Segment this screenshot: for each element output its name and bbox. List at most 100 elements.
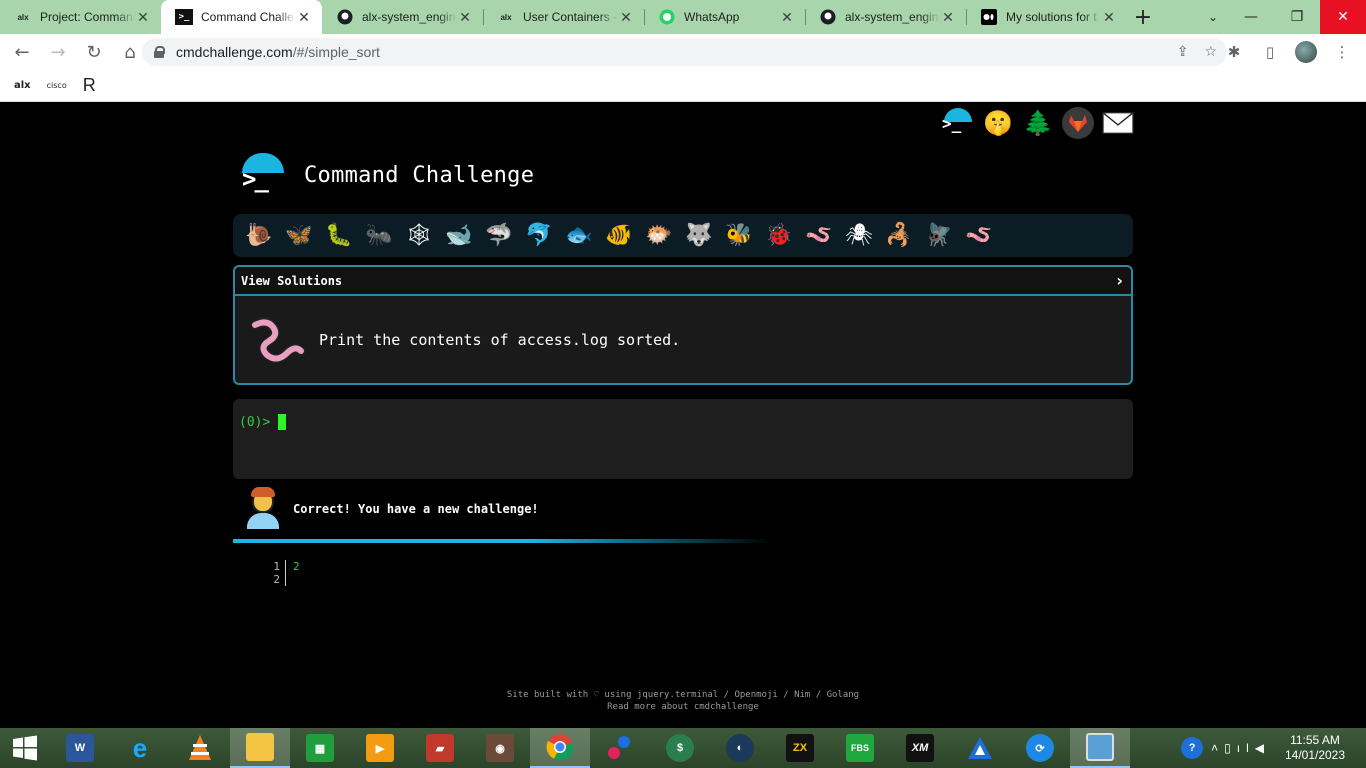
blowfish-icon[interactable]: 🐡	[639, 218, 679, 254]
tab-whatsapp[interactable]: WhatsApp ✕	[644, 0, 805, 34]
terminal-logo-icon[interactable]: >_	[942, 105, 974, 141]
caterpillar-icon[interactable]: 🐛	[319, 218, 359, 254]
metatrader-taskbar-icon[interactable]: $	[650, 728, 710, 768]
close-window-button[interactable]: ✕	[1320, 0, 1366, 34]
ladybug-icon[interactable]: 🐞	[759, 218, 799, 254]
close-tab-icon[interactable]: ✕	[940, 9, 956, 26]
close-tab-icon[interactable]: ✕	[779, 9, 795, 26]
snail-icon[interactable]: 🐌	[239, 218, 279, 254]
maximize-button[interactable]: ❐	[1274, 0, 1320, 34]
footer-read-more-link[interactable]: Read more about cmdchallenge	[0, 701, 1366, 713]
new-tab-button[interactable]: +	[1127, 0, 1159, 34]
internet-explorer-taskbar-icon[interactable]: e	[110, 728, 170, 768]
line-value: 2	[293, 560, 300, 573]
share-icon[interactable]: ⇪	[1177, 44, 1189, 60]
terminal-icon: >_	[175, 9, 193, 25]
extensions-icon[interactable]: ✱	[1218, 36, 1250, 68]
output-row: 2	[268, 573, 300, 586]
view-solutions-label: View Solutions	[241, 273, 343, 288]
store-taskbar-icon[interactable]: ▦	[290, 728, 350, 768]
alx-icon: alx	[500, 12, 512, 22]
close-tab-icon[interactable]: ✕	[296, 9, 312, 26]
tab-project-command[interactable]: alx Project: Command ✕	[0, 0, 161, 34]
close-tab-icon[interactable]: ✕	[618, 9, 634, 26]
tab-command-challenge[interactable]: >_ Command Challe ✕	[161, 0, 322, 34]
shark-icon[interactable]: 🦈	[479, 218, 519, 254]
fbs-taskbar-icon[interactable]: FBS	[830, 728, 890, 768]
bookmark-r[interactable]: R	[83, 75, 96, 96]
word-taskbar-icon[interactable]: W	[50, 728, 110, 768]
game-app-taskbar-icon[interactable]: ◉	[470, 728, 530, 768]
challenge-description: Print the contents of access.log sorted.	[319, 330, 681, 349]
photo-viewer-taskbar-icon[interactable]	[1070, 728, 1130, 768]
back-button[interactable]: ←	[6, 36, 38, 68]
forward-button[interactable]: →	[42, 36, 74, 68]
exness-taskbar-icon[interactable]: ZX	[770, 728, 830, 768]
tor-app-taskbar-icon[interactable]: ◐	[710, 728, 770, 768]
github-icon	[819, 9, 837, 25]
close-tab-icon[interactable]: ✕	[1101, 9, 1117, 26]
feedback-message: Correct! You have a new challenge!	[245, 487, 539, 531]
tab-github-1[interactable]: alx-system_engine ✕	[322, 0, 483, 34]
bookmark-alx[interactable]: alx	[14, 80, 31, 91]
file-explorer-taskbar-icon[interactable]	[230, 728, 290, 768]
close-tab-icon[interactable]: ✕	[457, 9, 473, 26]
butterfly-icon[interactable]: 🦋	[279, 218, 319, 254]
dots-app-taskbar-icon[interactable]	[590, 728, 650, 768]
site-title: Command Challenge	[304, 162, 535, 188]
xm-taskbar-icon[interactable]: XM	[890, 728, 950, 768]
bookmark-cisco[interactable]: cisco	[47, 81, 67, 90]
minimize-button[interactable]: —	[1228, 0, 1274, 34]
tree-icon[interactable]: 🌲	[1022, 105, 1054, 141]
tab-search-icon[interactable]: ⌄	[1198, 0, 1228, 34]
tab-user-containers[interactable]: alx User Containers - ✕	[483, 0, 644, 34]
triangle-app-taskbar-icon[interactable]	[950, 728, 1010, 768]
lock-icon[interactable]	[154, 46, 165, 58]
menu-icon[interactable]: ⋮	[1326, 36, 1358, 68]
output-row: 1 2	[268, 560, 300, 573]
close-tab-icon[interactable]: ✕	[135, 9, 151, 26]
worm-icon	[247, 315, 306, 365]
ant-icon[interactable]: 🐜	[359, 218, 399, 254]
sync-app-taskbar-icon[interactable]: ⟳	[1010, 728, 1070, 768]
fish-icon[interactable]: 🐟	[559, 218, 599, 254]
shushing-face-icon[interactable]: 🤫	[982, 105, 1014, 141]
address-bar[interactable]: cmdchallenge.com/#/simple_sort ⇪ ☆	[142, 38, 1227, 66]
side-panel-icon[interactable]: ▯	[1254, 36, 1286, 68]
terminal-input[interactable]: (0)>	[233, 399, 1133, 479]
truck-app-taskbar-icon[interactable]: ▰	[410, 728, 470, 768]
tropical-fish-icon[interactable]: 🐠	[599, 218, 639, 254]
bookmark-star-icon[interactable]: ☆	[1204, 44, 1217, 60]
media-player-taskbar-icon[interactable]: ▶	[350, 728, 410, 768]
wolf-icon[interactable]: 🐺	[679, 218, 719, 254]
profile-avatar[interactable]	[1290, 36, 1322, 68]
start-button[interactable]	[0, 728, 50, 768]
tab-title: alx-system_engine	[362, 10, 457, 24]
fly-icon[interactable]: 🪰	[919, 218, 959, 254]
envelope-icon[interactable]	[1102, 105, 1134, 141]
whale-icon[interactable]: 🐋	[439, 218, 479, 254]
help-icon[interactable]: ?	[1181, 737, 1204, 759]
clock-time: 11:55 AM	[1290, 733, 1340, 747]
tab-strip: alx Project: Command ✕ >_ Command Challe…	[0, 0, 1366, 34]
alx-icon: alx	[17, 12, 29, 22]
chrome-taskbar-icon[interactable]	[530, 728, 590, 768]
worm-green-icon[interactable]: 🪱	[799, 218, 839, 254]
spider-web-icon[interactable]: 🕸	[399, 218, 439, 254]
spider-icon[interactable]: 🕷	[839, 218, 879, 254]
bee-icon[interactable]: 🐝	[719, 218, 759, 254]
scorpion-icon[interactable]: 🦂	[879, 218, 919, 254]
github-icon	[336, 9, 354, 25]
command-output: 1 2 2	[268, 560, 300, 586]
view-solutions-header[interactable]: View Solutions ›	[235, 267, 1131, 296]
chevron-right-icon[interactable]: ›	[1116, 271, 1123, 290]
clock[interactable]: 11:55 AM 14/01/2023	[1280, 733, 1350, 763]
dolphin-icon[interactable]: 🐬	[519, 218, 559, 254]
tab-medium[interactable]: My solutions for t ✕	[966, 0, 1127, 34]
gitlab-icon[interactable]	[1062, 105, 1094, 141]
worm-pink-icon[interactable]: 🪱	[959, 218, 999, 254]
tray-icons[interactable]: ˄▯ıl◀	[1211, 741, 1270, 755]
reload-button[interactable]: ↻	[78, 36, 110, 68]
tab-github-2[interactable]: alx-system_engine ✕	[805, 0, 966, 34]
vlc-taskbar-icon[interactable]	[170, 728, 230, 768]
